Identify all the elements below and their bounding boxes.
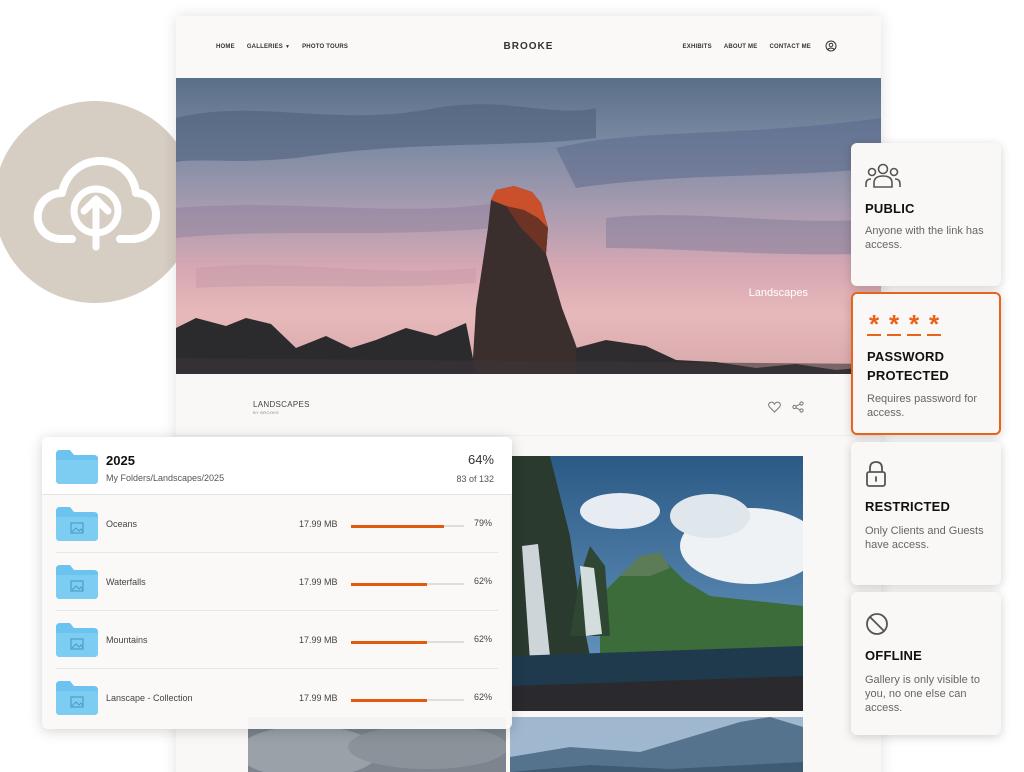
access-restricted-card[interactable]: RESTRICTED Only Clients and Guests have … (851, 442, 1001, 585)
star-char: * (907, 309, 921, 339)
folder-count: 83 of 132 (456, 474, 494, 484)
upload-cloud-icon (33, 157, 160, 251)
folder-row-label: Oceans (106, 519, 138, 529)
progress-fill (351, 524, 444, 528)
site-nav: HOME GALLERIES ▼ PHOTO TOURS BROOKE EXHIB… (176, 16, 881, 78)
access-restricted-desc: Only Clients and Guests have access. (865, 525, 984, 551)
gallery-photo-mountains[interactable] (510, 717, 803, 772)
share-icon[interactable] (792, 401, 804, 413)
access-public-card[interactable]: PUBLIC Anyone with the link has access. (851, 143, 1001, 286)
star-char: * (927, 309, 941, 339)
access-offline-card[interactable]: OFFLINE Gallery is only visible to you, … (851, 592, 1001, 735)
gallery-header: LANDSCAPES BY BROOKE (176, 374, 881, 436)
nav-contact-me[interactable]: CONTACT ME (769, 44, 811, 50)
folder-row[interactable]: Waterfalls 17.99 MB 62% (42, 553, 512, 611)
folder-upload-panel: 2025 My Folders/Landscapes/2025 64% 83 o… (42, 437, 512, 729)
user-icon[interactable] (825, 40, 837, 52)
folder-path: My Folders/Landscapes/2025 (106, 473, 225, 483)
folder-row-label: Mountains (106, 635, 148, 645)
access-password-title: PASSWORD PROTECTED (867, 349, 949, 383)
hero-image: Landscapes (176, 78, 881, 374)
folder-icon (56, 623, 98, 657)
folder-icon (56, 565, 98, 599)
progress-fill (351, 640, 427, 644)
folder-row-percent: 62% (474, 634, 493, 644)
hero-caption: Landscapes (748, 287, 808, 299)
folder-summary[interactable]: 2025 My Folders/Landscapes/2025 64% 83 o… (42, 437, 512, 495)
upload-badge[interactable] (0, 101, 196, 303)
access-offline-desc: Gallery is only visible to you, no one e… (865, 674, 980, 714)
access-password-card[interactable]: * * * * PASSWORD PROTECTED Requires pass… (851, 292, 1001, 435)
nav-exhibits[interactable]: EXHIBITS (683, 44, 712, 50)
progress-bar (351, 524, 464, 528)
heart-icon[interactable] (768, 401, 781, 413)
folder-row-percent: 79% (474, 518, 493, 528)
folder-row-size: 17.99 MB (299, 519, 338, 529)
folder-icon (56, 450, 98, 484)
folder-percent: 64% (467, 452, 494, 467)
folder-row-percent: 62% (474, 692, 493, 702)
folder-icon (56, 507, 98, 541)
access-public-desc: Anyone with the link has access. (865, 225, 984, 251)
folder-name: 2025 (106, 453, 135, 468)
folder-row[interactable]: Lanscape - Collection 17.99 MB 62% (42, 669, 512, 727)
folder-row-label: Lanscape - Collection (106, 693, 193, 703)
nav-about-me[interactable]: ABOUT ME (724, 44, 758, 50)
star-char: * (867, 309, 881, 339)
folder-row-size: 17.99 MB (299, 693, 338, 703)
access-password-desc: Requires password for access. (867, 393, 978, 419)
folder-row-size: 17.99 MB (299, 635, 338, 645)
access-offline-title: OFFLINE (865, 648, 923, 663)
lock-icon (866, 461, 886, 487)
progress-bar (351, 582, 464, 586)
progress-fill (351, 582, 427, 586)
access-restricted-title: RESTRICTED (865, 499, 951, 514)
folder-row[interactable]: Mountains 17.99 MB 62% (42, 611, 512, 669)
gallery-byline: BY BROOKE (253, 410, 280, 415)
star-char: * (887, 309, 901, 339)
progress-fill (351, 698, 427, 702)
access-public-title: PUBLIC (865, 201, 915, 216)
gallery-title: LANDSCAPES (253, 400, 310, 409)
folder-row-label: Waterfalls (106, 577, 146, 587)
gallery-photo-waterfall[interactable] (510, 456, 803, 711)
folder-row-size: 17.99 MB (299, 577, 338, 587)
password-stars: * * * * (867, 309, 941, 339)
progress-bar (351, 640, 464, 644)
progress-bar (351, 698, 464, 702)
folder-row[interactable]: Oceans 17.99 MB 79% (42, 495, 512, 553)
folder-row-percent: 62% (474, 576, 493, 586)
users-icon (865, 163, 901, 188)
ban-icon (866, 613, 888, 635)
folder-icon (56, 681, 98, 715)
